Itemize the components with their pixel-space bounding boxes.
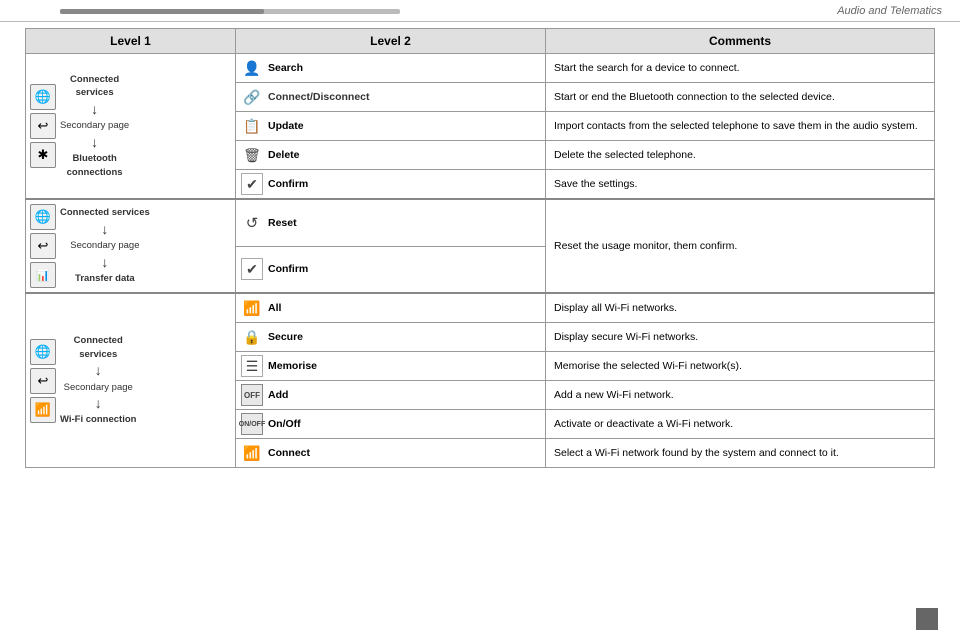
table-row: 🌐 ↩ ✱ Connected services ↓ Secondary pag… — [26, 54, 935, 83]
l1-secondary-3: Secondary page — [64, 381, 133, 394]
l1-connected-2: Connected services — [60, 206, 150, 219]
icon-add-wifi: OFF — [241, 384, 263, 406]
icon-back-1: ↩ — [30, 113, 56, 139]
l1-bluetooth: Bluetooth — [72, 152, 116, 165]
icon-reset: ↺ — [241, 212, 263, 234]
level2-all: All — [268, 302, 281, 314]
icon-update: 📋 — [241, 115, 263, 137]
l1-secondary-2: Secondary page — [70, 239, 139, 252]
l1-arrow1: ↓ — [91, 100, 98, 120]
icon-confirm-bt: ✔ — [241, 173, 263, 195]
level2-memorise: Memorise — [268, 360, 317, 372]
l1-arrow6: ↓ — [95, 394, 102, 414]
icon-bt-1: ✱ — [30, 142, 56, 168]
icon-back-2: ↩ — [30, 233, 56, 259]
icon-memorise: ☰ — [241, 355, 263, 377]
level2-onoff: On/Off — [268, 418, 301, 430]
col-level2: Level 2 — [236, 29, 546, 54]
l1-connected-3: Connected — [74, 334, 123, 347]
level2-confirm-bt: Confirm — [268, 178, 308, 190]
comment-all: Display all Wi-Fi networks. — [554, 302, 677, 314]
level2-reset: Reset — [268, 217, 297, 229]
l1-services: services — [76, 86, 114, 99]
icon-data-2: 📊 — [30, 262, 56, 288]
icon-all-wifi: 📶 — [241, 297, 263, 319]
icon-secure-wifi: 🔒 — [241, 326, 263, 348]
l1-arrow5: ↓ — [95, 361, 102, 381]
l1-arrow4: ↓ — [101, 253, 108, 273]
l1-arrow2: ↓ — [91, 133, 98, 153]
level2-add: Add — [268, 389, 288, 401]
level2-delete: Delete — [268, 149, 300, 161]
table-row: 🌐 ↩ 📊 Connected services ↓ Secondary pag… — [26, 199, 935, 246]
comment-add: Add a new Wi-Fi network. — [554, 389, 674, 401]
comment-delete: Delete the selected telephone. — [554, 149, 696, 161]
level2-confirm-monitor: Confirm — [268, 263, 308, 275]
table-row: 🌐 ↩ 📶 Connected services ↓ Secondary pag… — [26, 293, 935, 323]
col-comments: Comments — [546, 29, 935, 54]
icon-search: 👤 — [241, 57, 263, 79]
icon-wifi-3: 📶 — [30, 397, 56, 423]
l1-transfer: Transfer data — [75, 272, 135, 285]
icon-connect-wifi: 📶 — [241, 442, 263, 464]
l1-arrow3: ↓ — [101, 220, 108, 240]
icon-onoff-wifi: ON/OFF — [241, 413, 263, 435]
comment-secure: Display secure Wi-Fi networks. — [554, 331, 698, 343]
level2-secure: Secure — [268, 331, 303, 343]
main-table: Level 1 Level 2 Comments 🌐 ↩ ✱ — [25, 28, 935, 468]
icon-connect-bt: 🔗 — [241, 86, 263, 108]
level2-connect-disconnect: Connect/Disconnect — [268, 91, 370, 103]
page-title: Audio and Telematics — [837, 5, 942, 17]
icon-globe-1: 🌐 — [30, 84, 56, 110]
icon-back-3: ↩ — [30, 368, 56, 394]
col-level1: Level 1 — [26, 29, 236, 54]
comment-update: Import contacts from the selected teleph… — [554, 120, 918, 132]
level2-connect-wifi: Connect — [268, 447, 310, 459]
l1-services-3: services — [79, 348, 117, 361]
l1-connected: Connected — [70, 73, 119, 86]
level2-update: Update — [268, 120, 304, 132]
l1-wifi-connection: Wi-Fi connection — [60, 413, 136, 426]
comment-connect-disconnect: Start or end the Bluetooth connection to… — [554, 91, 835, 103]
l1-connections: connections — [67, 166, 123, 179]
comment-memorise: Memorise the selected Wi-Fi network(s). — [554, 360, 742, 372]
comment-connect-wifi: Select a Wi-Fi network found by the syst… — [554, 447, 839, 459]
comment-confirm-bt: Save the settings. — [554, 178, 637, 190]
icon-globe-2: 🌐 — [30, 204, 56, 230]
comment-onoff: Activate or deactivate a Wi-Fi network. — [554, 418, 733, 430]
comment-reset: Reset the usage monitor, them confirm. — [554, 240, 737, 252]
comment-search: Start the search for a device to connect… — [554, 62, 740, 74]
page-number-box — [916, 608, 938, 630]
icon-delete-bt: 🗑 — [241, 144, 263, 166]
l1-secondary: Secondary page — [60, 119, 129, 132]
icon-confirm-monitor: ✔ — [241, 258, 263, 280]
icon-globe-3: 🌐 — [30, 339, 56, 365]
level2-search: Search — [268, 62, 303, 74]
